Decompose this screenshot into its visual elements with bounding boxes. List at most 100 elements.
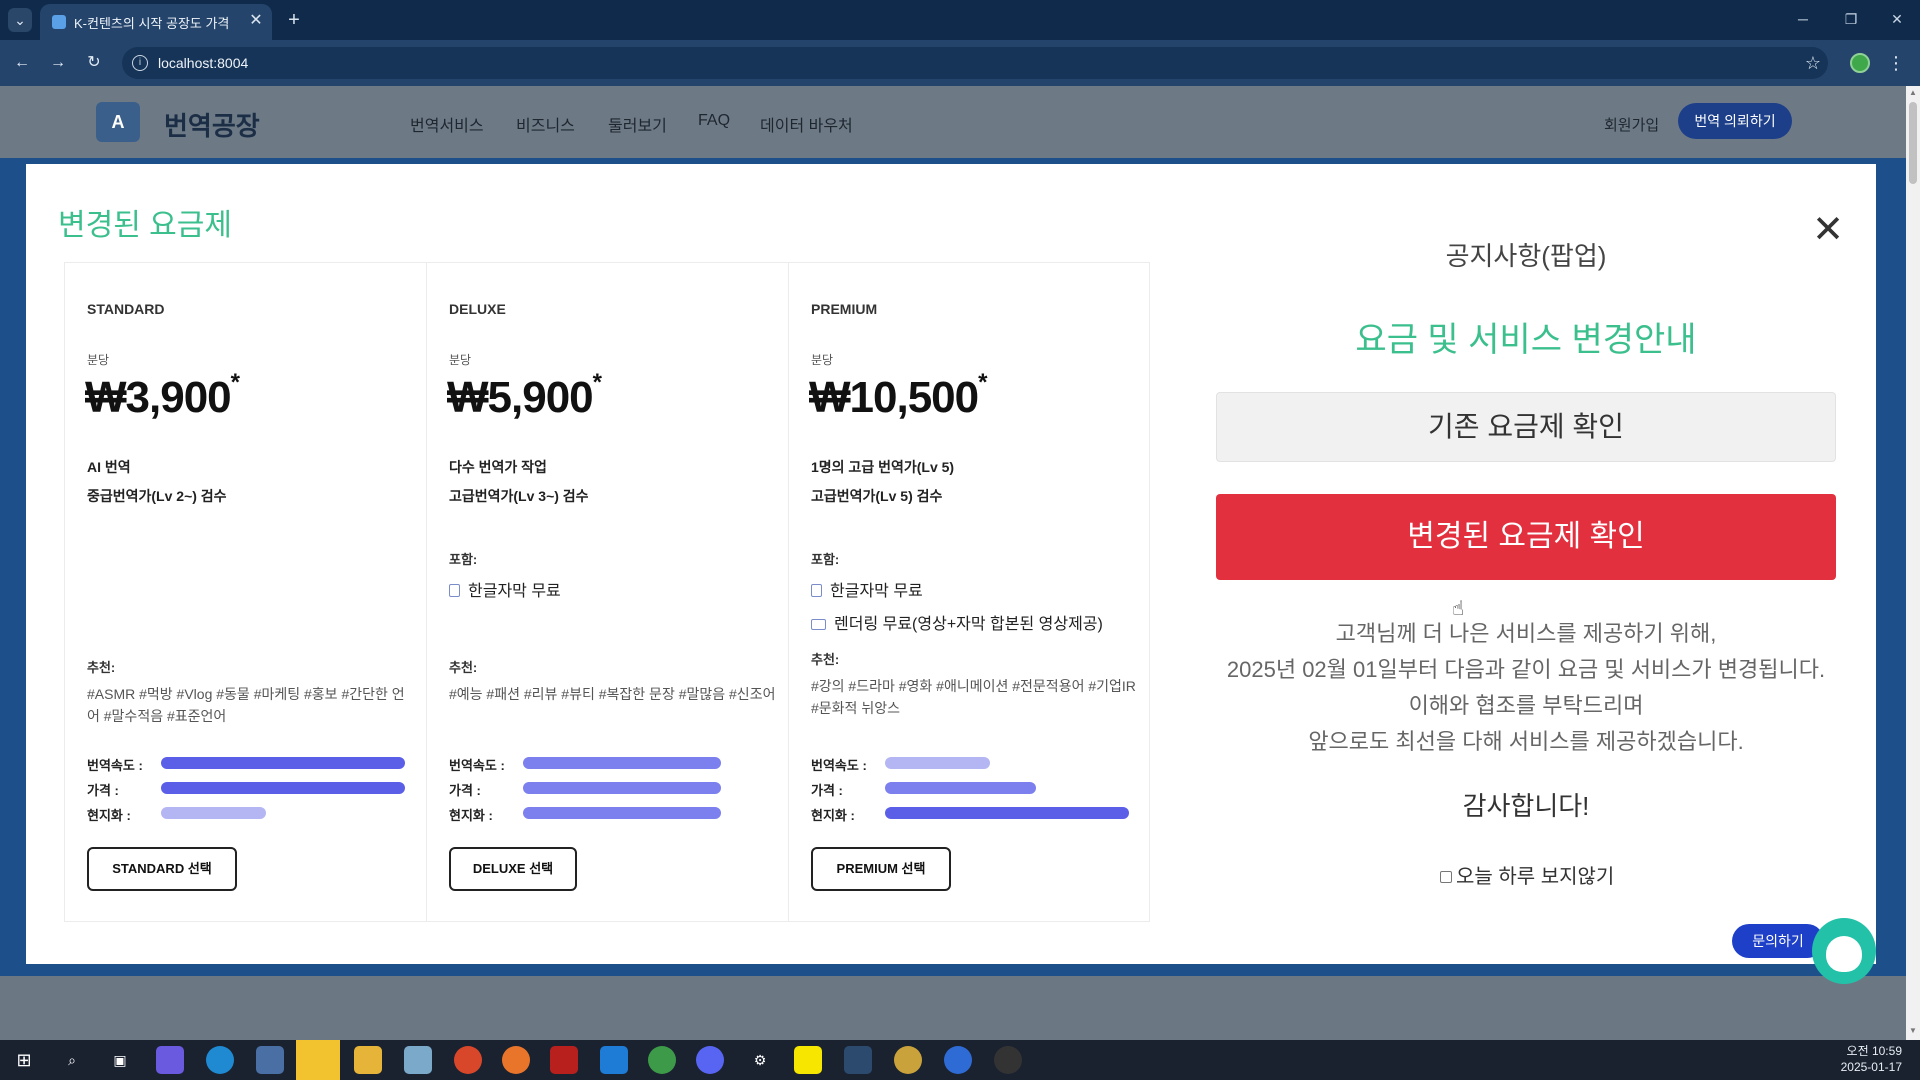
tab-title: K-컨텐츠의 시작 공장도 가격 [74,16,230,31]
address-bar[interactable]: i localhost:8004 [122,47,1828,79]
plan-feature: 1명의 고급 번역가(Lv 5) [811,459,955,475]
profile-avatar-icon[interactable] [1850,53,1870,73]
meter-label-speed: 번역속도 : [811,758,867,773]
modal-close-icon[interactable]: ✕ [1808,210,1848,250]
chrome-canary-icon[interactable] [894,1046,922,1074]
firefox-icon[interactable] [502,1046,530,1074]
page-scrollbar[interactable]: ▲ ▼ [1906,86,1920,1040]
hand-cursor-icon: ☝ [1452,598,1465,620]
nav-faq[interactable]: FAQ [698,112,730,130]
plan-feature: 중급번역가(Lv 2~) 검수 [87,488,227,504]
translate-logo-icon[interactable]: A [96,102,140,142]
recommend-label: 추천: [87,660,116,675]
edge-icon[interactable] [206,1046,234,1074]
close-icon[interactable]: ✕ [246,11,266,31]
include-item: 한글자막 무료 [811,577,923,601]
chrome-dev-icon[interactable] [648,1046,676,1074]
discord-icon[interactable] [696,1046,724,1074]
vscode-icon[interactable] [600,1046,628,1074]
nav-translation-service[interactable]: 번역서비스 [410,112,484,136]
signup-link[interactable]: 회원가입 [1604,114,1659,135]
notice-panel: 공지사항(팝업) 요금 및 서비스 변경안내 기존 요금제 확인 변경된 요금제… [1216,224,1836,924]
meter-bar-speed [523,757,721,769]
notepad-icon[interactable] [404,1046,432,1074]
windows-icon[interactable]: ⊞ [10,1046,38,1074]
notice-line: 2025년 02월 01일부터 다음과 같이 요금 및 서비스가 변경됩니다. [1226,657,1826,682]
notice-line: 앞으로도 최선을 다해 서비스를 제공하겠습니다. [1308,729,1744,754]
site-header: A 번역공장 번역서비스 비즈니스 둘러보기 FAQ 데이터 바우처 회원가입 … [0,86,1906,158]
price-asterisk: * [978,369,987,396]
recommend-label: 추천: [449,660,478,675]
plan-card-deluxe: DELUXE 분당 ₩5,900* 다수 번역가 작업 고급번역가(Lv 3~)… [427,263,789,921]
forward-icon[interactable]: → [44,50,72,76]
meter-bar-speed [161,757,405,769]
plan-card-standard: STANDARD 분당 ₩3,900* AI 번역 중급번역가(Lv 2~) 검… [65,263,427,921]
document-icon [449,584,460,597]
select-deluxe-button[interactable]: DELUXE 선택 [449,847,577,891]
meter-bar-price [161,782,405,794]
back-icon[interactable]: ← [8,50,36,76]
chrome-icon[interactable] [454,1046,482,1074]
calculator-icon[interactable] [256,1046,284,1074]
notice-modal: 변경된 요금제 STANDARD 분당 ₩3,900* AI 번역 중급번역가(… [26,164,1876,964]
meter-label-price: 가격 : [449,783,481,798]
includes-label: 포함: [449,552,478,567]
nav-business[interactable]: 비즈니스 [516,112,575,136]
scroll-up-icon[interactable]: ▲ [1906,86,1920,100]
price-value: ₩10,500 [809,373,979,422]
page-lower-section [0,976,1906,1040]
file-explorer-icon[interactable] [354,1046,382,1074]
settings-icon[interactable]: ⚙ [746,1046,774,1074]
select-premium-button[interactable]: PREMIUM 선택 [811,847,951,891]
select-standard-button[interactable]: STANDARD 선택 [87,847,237,891]
modal-heading: 변경된 요금제 [58,209,232,242]
copilot-icon[interactable] [156,1046,184,1074]
minimize-icon[interactable]: ─ [1788,6,1818,32]
new-tab-icon[interactable]: + [282,8,306,32]
scroll-down-icon[interactable]: ▼ [1906,1024,1920,1038]
filezilla-icon[interactable] [550,1046,578,1074]
logo-text[interactable]: 번역공장 [164,106,260,143]
meter-label-localization: 현지화 : [87,808,131,823]
meter-bar-localization [161,807,266,819]
price-asterisk: * [592,369,602,396]
reload-icon[interactable]: ↻ [80,50,108,76]
site-info-icon[interactable]: i [132,55,148,71]
taskbar-clock[interactable]: 오전 10:59 2025-01-17 [1826,1043,1902,1075]
task-view-icon[interactable]: ▣ [106,1046,134,1074]
include-item-text: 한글자막 무료 [468,583,561,600]
plan-name: STANDARD [87,301,165,317]
sticky-notes-icon[interactable] [296,1040,340,1080]
chat-bunny-icon[interactable] [1812,918,1876,984]
window-close-icon[interactable]: ✕ [1882,6,1912,32]
view-old-plan-button[interactable]: 기존 요금제 확인 [1216,392,1836,462]
dont-show-checkbox[interactable] [1440,871,1452,883]
kakaotalk-icon[interactable] [794,1046,822,1074]
search-icon[interactable]: ⌕ [58,1046,86,1074]
browser-toolbar: ← → ↻ i localhost:8004 ☆ ⋮ [0,40,1920,86]
scroll-thumb[interactable] [1909,102,1917,184]
per-minute-label: 분당 [449,353,472,367]
plan-price: ₩5,900* [447,369,602,423]
restore-icon[interactable]: ❐ [1836,6,1866,32]
favicon-icon [52,15,66,29]
database-icon[interactable] [844,1046,872,1074]
chrome-beta-icon[interactable] [944,1046,972,1074]
browser-tab[interactable]: K-컨텐츠의 시작 공장도 가격 ✕ [40,4,272,40]
recommend-tags: #강의 #드라마 #영화 #애니메이션 #전문적용어 #기업IR #문화적 뉘앙… [811,678,1136,716]
meter-bar-price [885,782,1036,794]
view-new-plan-button[interactable]: 변경된 요금제 확인 [1216,494,1836,580]
dont-show-label[interactable]: 오늘 하루 보지않기 [1456,866,1614,888]
obs-icon[interactable] [994,1046,1022,1074]
bookmark-star-icon[interactable]: ☆ [1800,48,1826,78]
browser-tabstrip: ⌄ K-컨텐츠의 시작 공장도 가격 ✕ + ─ ❐ ✕ [0,0,1920,40]
kebab-menu-icon[interactable]: ⋮ [1886,50,1906,76]
dont-show-today[interactable]: 오늘 하루 보지않기 [1440,860,1620,889]
notice-heading: 요금 및 서비스 변경안내 [1355,321,1697,359]
nav-data-voucher[interactable]: 데이터 바우처 [760,112,853,136]
request-translation-button[interactable]: 번역 의뢰하기 [1678,103,1792,139]
nav-browse[interactable]: 둘러보기 [608,112,667,136]
inquiry-button[interactable]: 문의하기 [1732,924,1824,958]
chevron-down-icon[interactable]: ⌄ [8,8,32,32]
plan-name: DELUXE [449,301,506,317]
